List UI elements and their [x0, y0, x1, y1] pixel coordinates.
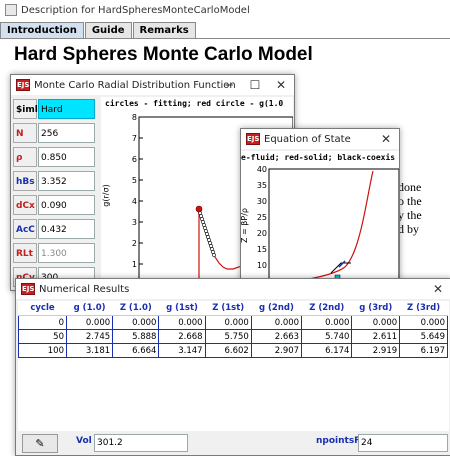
- text-fragment: y the: [398, 208, 422, 222]
- table-cell: 3.181: [65, 343, 114, 358]
- results-titlebar[interactable]: EJS Numerical Results ✕: [16, 279, 450, 299]
- param-field-hbs[interactable]: 3.352: [38, 171, 95, 191]
- table-cell: 5.888: [112, 329, 160, 344]
- table-cell: 0.000: [301, 315, 353, 330]
- table-cell: 2.611: [351, 329, 401, 344]
- vol-label: Vol: [76, 436, 92, 446]
- table-cell: 100: [18, 343, 67, 358]
- table-cell: 6.174: [301, 343, 353, 358]
- table-cell: 0.000: [399, 315, 448, 330]
- table-cell: 0.000: [250, 315, 303, 330]
- app-window-icon: [5, 4, 17, 16]
- table-cell: 3.147: [158, 343, 206, 358]
- table-cell: 2.663: [250, 329, 303, 344]
- tab-remarks[interactable]: Remarks: [132, 22, 196, 38]
- table-cell: 0.000: [112, 315, 160, 330]
- minimize-button[interactable]: ─: [216, 75, 242, 95]
- rdf-fit-circles: [198, 211, 216, 257]
- text-fragment: done: [398, 180, 422, 194]
- page-title: Hard Spheres Monte Carlo Model: [14, 44, 313, 65]
- param-field-dcx[interactable]: 0.090: [38, 195, 95, 215]
- rdf-window-title: Monte Carlo Radial Distribution Function: [34, 79, 236, 91]
- table-cell: 6.602: [204, 343, 252, 358]
- table-cell: 5.740: [301, 329, 353, 344]
- main-window-title: Description for HardSpheresMonteCarloMod…: [21, 4, 250, 16]
- results-footer: ✎ Vol 301.2 npointsFt 24: [18, 433, 449, 453]
- eos-plot-frame: [268, 168, 399, 281]
- column-header: g (2nd): [251, 301, 302, 316]
- text-fragment: d by: [398, 222, 419, 236]
- results-table: cycle g (1.0) Z (1.0) g (1st) Z (1st) g …: [18, 301, 448, 358]
- param-label-hbs: hBs: [13, 171, 37, 191]
- column-header: g (1.0): [66, 301, 113, 316]
- param-panel: $iml Hard Spheres N 256 ρ 0.850 hBs 3.35…: [13, 99, 99, 289]
- column-header: cycle: [18, 301, 67, 316]
- table-cell: 50: [18, 329, 67, 344]
- table-cell: 2.919: [351, 343, 401, 358]
- simulation-selector[interactable]: Hard Spheres: [38, 99, 95, 135]
- text-fragment: o the: [398, 194, 422, 208]
- table-cell: 6.197: [399, 343, 448, 358]
- vol-field[interactable]: 301.2: [94, 434, 188, 452]
- table-cell: 0.000: [65, 315, 114, 330]
- table-cell: 5.649: [399, 329, 448, 344]
- eos-window: EJS Equation of State ✕ e-fluid; red-sol…: [240, 128, 400, 282]
- results-table-area[interactable]: cycle g (1.0) Z (1.0) g (1st) Z (1st) g …: [18, 301, 449, 431]
- main-titlebar[interactable]: Description for HardSpheresMonteCarloMod…: [0, 0, 450, 20]
- param-label-rlt: RLt: [13, 243, 37, 263]
- eraser-icon: ✎: [35, 437, 45, 450]
- table-cell: 0.000: [204, 315, 252, 330]
- table-cell: 0.000: [351, 315, 401, 330]
- param-field-n[interactable]: 256: [38, 123, 95, 143]
- results-window-title: Numerical Results: [39, 283, 130, 295]
- ejs-app-icon: EJS: [21, 283, 35, 295]
- rdf-contact-point: [195, 205, 203, 213]
- table-cell: 2.668: [158, 329, 206, 344]
- param-label-rho: ρ: [13, 147, 37, 167]
- param-label-dcx: dCx: [13, 195, 37, 215]
- table-cell: 0.000: [158, 315, 206, 330]
- intro-text-fragments: done o the y the d by: [398, 180, 422, 236]
- table-cell: 0: [18, 315, 67, 330]
- eos-titlebar[interactable]: EJS Equation of State ✕: [241, 129, 399, 149]
- ejs-app-icon: EJS: [16, 79, 30, 91]
- param-field-acc[interactable]: 0.432: [38, 219, 95, 239]
- table-row[interactable]: 100 3.181 6.664 3.147 6.602 2.907 6.174 …: [18, 343, 448, 358]
- npoints-field[interactable]: 24: [358, 434, 448, 452]
- eos-plot-area: e-fluid; red-solid; black-coexis Z = βP/…: [241, 151, 399, 281]
- table-cell: 6.664: [112, 343, 160, 358]
- table-cell: 5.750: [204, 329, 252, 344]
- rdf-y-ticks: [139, 116, 143, 265]
- close-button[interactable]: ✕: [425, 279, 450, 299]
- column-header: g (1st): [158, 301, 206, 316]
- ejs-app-icon: EJS: [246, 133, 260, 145]
- close-button[interactable]: ✕: [268, 75, 294, 95]
- table-cell: 2.745: [65, 329, 114, 344]
- param-label-sim: $iml: [13, 99, 38, 119]
- maximize-button[interactable]: ☐: [242, 75, 268, 95]
- clear-button[interactable]: ✎: [22, 434, 58, 453]
- table-row[interactable]: 0 0.000 0.000 0.000 0.000 0.000 0.000 0.…: [18, 315, 448, 330]
- rdf-titlebar[interactable]: EJS Monte Carlo Radial Distribution Func…: [11, 75, 294, 95]
- param-field-rlt[interactable]: 1.300: [38, 243, 95, 263]
- tab-introduction[interactable]: Introduction: [0, 22, 84, 38]
- main-tab-bar: Introduction Guide Remarks: [0, 22, 450, 39]
- table-row[interactable]: 50 2.745 5.888 2.668 5.750 2.663 5.740 2…: [18, 329, 448, 344]
- param-label-n: N: [13, 123, 37, 143]
- table-cell: 2.907: [250, 343, 303, 358]
- column-header: Z (3rd): [399, 301, 448, 316]
- column-header: Z (2nd): [301, 301, 352, 316]
- column-header: g (3rd): [351, 301, 400, 316]
- column-header: Z (1st): [205, 301, 252, 316]
- tab-guide[interactable]: Guide: [84, 22, 132, 38]
- param-label-acc: AcC: [13, 219, 37, 239]
- eos-plot-svg: [268, 168, 399, 281]
- results-window: EJS Numerical Results ✕ cycle g (1.0) Z …: [15, 278, 450, 456]
- param-field-rho[interactable]: 0.850: [38, 147, 95, 167]
- eos-window-title: Equation of State: [264, 133, 351, 145]
- column-header: Z (1.0): [112, 301, 159, 316]
- eos-fluid-curve: [298, 170, 374, 281]
- close-button[interactable]: ✕: [373, 129, 399, 149]
